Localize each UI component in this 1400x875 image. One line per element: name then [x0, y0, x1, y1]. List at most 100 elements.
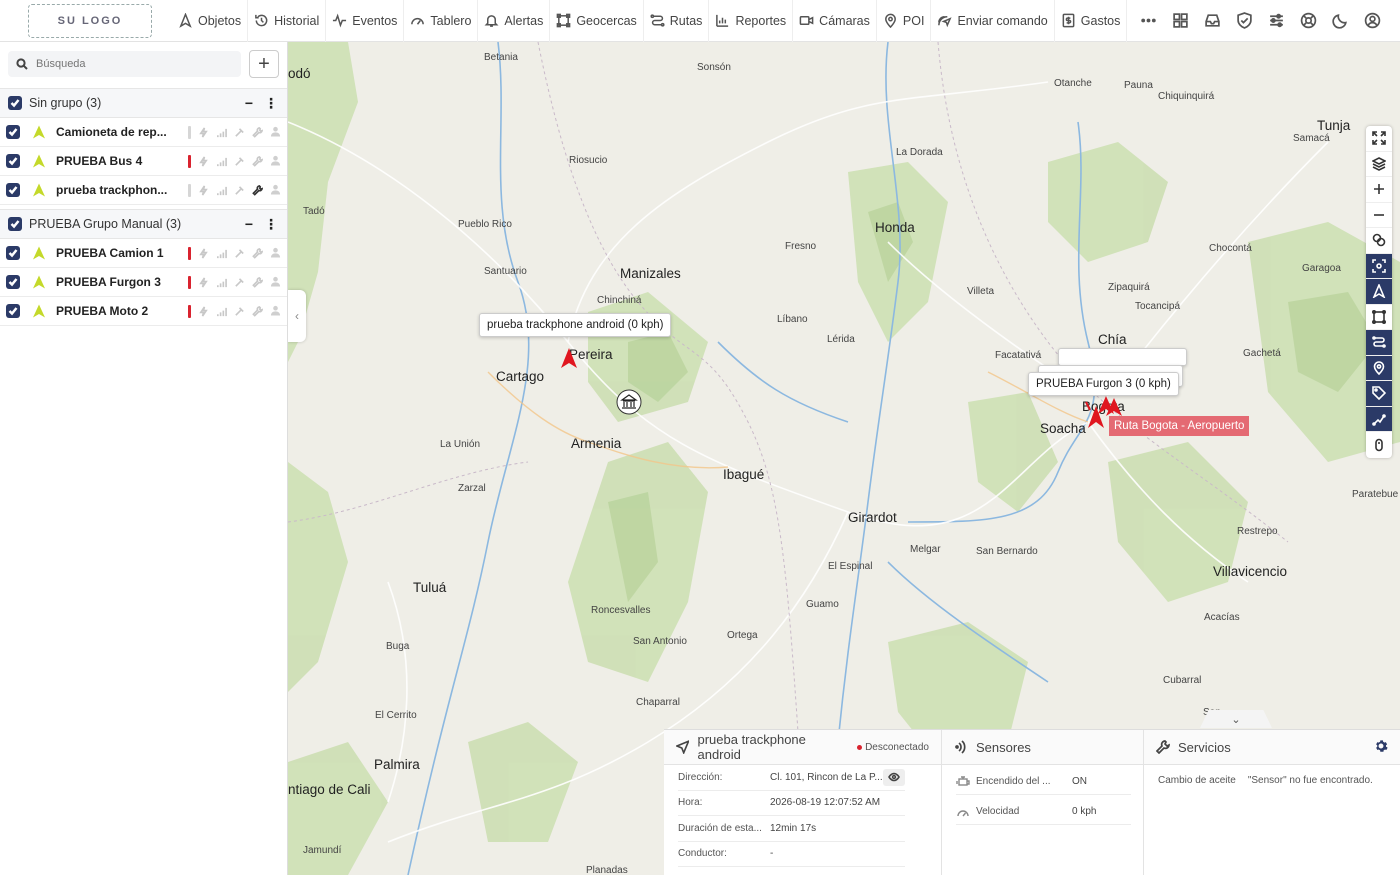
nav-item-rutas[interactable]: Rutas	[644, 0, 710, 42]
nav-item-tablero[interactable]: Tablero	[404, 0, 479, 42]
device-checkbox[interactable]	[6, 246, 20, 260]
device-name: PRUEBA Moto 2	[56, 304, 149, 318]
gear-icon[interactable]	[1374, 739, 1388, 756]
sensor-rows: Encendido del ... ON Velocidad 0 kph	[942, 769, 1143, 825]
add-object-button[interactable]: +	[249, 50, 279, 78]
wrench-icon[interactable]	[252, 247, 263, 259]
search-box[interactable]	[8, 51, 241, 77]
company-logo[interactable]: SU LOGO	[28, 3, 152, 38]
device-status-icons	[188, 125, 281, 140]
shapes-icon[interactable]	[1366, 228, 1392, 254]
tag-icon[interactable]	[1366, 381, 1392, 407]
device-row[interactable]: prueba trackphon...	[0, 176, 287, 205]
user-circle-icon[interactable]	[1363, 12, 1381, 30]
device-row[interactable]: PRUEBA Moto 2	[0, 297, 287, 326]
map-town-label: Lérida	[827, 334, 855, 345]
service-name: Cambio de aceite	[1158, 775, 1236, 786]
bell-icon	[484, 15, 499, 27]
furgon-map-label[interactable]: PRUEBA Furgon 3 (0 kph)	[1028, 372, 1179, 396]
support-icon[interactable]	[1299, 12, 1317, 30]
top-navigation-bar: SU LOGO Objetos Historial Eventos Tablero Al…	[0, 0, 1400, 42]
more-icon[interactable]	[1139, 12, 1157, 30]
zoom-in-icon[interactable]	[1366, 177, 1392, 203]
nav-item-cámaras[interactable]: Cámaras	[793, 0, 877, 42]
navigation-arrow-icon	[179, 13, 192, 28]
layers-icon[interactable]	[1366, 152, 1392, 177]
nav-item-label: Historial	[274, 13, 320, 28]
device-row[interactable]: PRUEBA Bus 4	[0, 147, 287, 176]
sliders-icon[interactable]	[1267, 12, 1285, 30]
wrench-icon[interactable]	[252, 155, 263, 167]
map-town-label: Melgar	[910, 544, 941, 555]
trackphone-map-label[interactable]: prueba trackphone android (0 kph)	[479, 313, 672, 337]
inbox-icon[interactable]	[1203, 12, 1221, 30]
device-checkbox[interactable]	[6, 125, 20, 139]
nav-item-eventos[interactable]: Eventos	[326, 0, 405, 42]
device-row[interactable]: PRUEBA Furgon 3	[0, 268, 287, 297]
nav-item-enviar-comando[interactable]: Enviar comando	[931, 0, 1055, 42]
fullscreen-icon[interactable]	[1366, 126, 1392, 152]
group-checkbox[interactable]	[8, 217, 22, 231]
collapse-sidebar-button[interactable]: ‹	[288, 290, 306, 342]
map-city-label: Soacha	[1040, 421, 1086, 436]
device-row[interactable]: Camioneta de rep...	[0, 118, 287, 147]
map-town-label: Betania	[484, 52, 518, 63]
nav-item-reportes[interactable]: Reportes	[709, 0, 794, 42]
moon-icon[interactable]	[1331, 12, 1349, 30]
device-checkbox[interactable]	[6, 304, 20, 318]
shield-icon[interactable]	[1235, 12, 1253, 30]
map-city-label: Armenia	[571, 436, 622, 451]
group-menu-icon[interactable]: ⋮	[263, 216, 279, 233]
connection-status-bar	[188, 125, 191, 139]
nav-item-gastos[interactable]: Gastos	[1055, 0, 1128, 42]
signal-bars-icon	[217, 307, 227, 316]
route-map-label[interactable]: Ruta Bogota - Aeropuerto	[1109, 416, 1250, 436]
device-checkbox[interactable]	[6, 183, 20, 197]
map-town-label: Garagoa	[1302, 263, 1341, 274]
nav-item-objetos[interactable]: Objetos	[172, 0, 249, 42]
antenna-icon	[235, 127, 244, 137]
device-checkbox[interactable]	[6, 275, 20, 289]
nav-item-label: Enviar comando	[957, 13, 1048, 28]
nav-item-historial[interactable]: Historial	[248, 0, 327, 42]
geofence-icon[interactable]	[1366, 305, 1392, 330]
collapse-group-icon[interactable]: −	[241, 216, 257, 232]
device-status-icons	[188, 183, 281, 198]
path-icon[interactable]	[1366, 406, 1392, 432]
focus-icon[interactable]	[1366, 253, 1392, 279]
group-row[interactable]: Sin grupo (3) − ⋮	[0, 88, 287, 118]
group-menu-icon[interactable]: ⋮	[263, 95, 279, 112]
poi-bank-icon[interactable]	[616, 389, 642, 415]
nav-item-poi[interactable]: POI	[877, 0, 932, 42]
wrench-icon[interactable]	[252, 305, 263, 317]
collapse-group-icon[interactable]: −	[241, 95, 257, 111]
eye-icon[interactable]	[883, 768, 905, 786]
mouse-icon[interactable]	[1366, 432, 1392, 458]
objects-icon[interactable]	[1366, 279, 1392, 305]
wrench-icon[interactable]	[252, 276, 263, 288]
device-row[interactable]: PRUEBA Camion 1	[0, 239, 287, 268]
device-status-icons	[188, 275, 281, 290]
group-row[interactable]: PRUEBA Grupo Manual (3) − ⋮	[0, 209, 287, 239]
device-checkbox[interactable]	[6, 154, 20, 168]
bottom-panel-toggle[interactable]: ⌄	[1200, 710, 1272, 728]
nav-item-label: Geocercas	[576, 13, 637, 28]
antenna-icon	[235, 248, 244, 258]
route-icon[interactable]	[1366, 330, 1392, 356]
nav-item-geocercas[interactable]: Geocercas	[550, 0, 644, 42]
device-status-text: Desconectado	[865, 741, 929, 753]
wrench-icon[interactable]	[252, 126, 263, 138]
group-checkbox[interactable]	[8, 96, 22, 110]
wrench-icon[interactable]	[252, 184, 263, 196]
zoom-out-icon[interactable]	[1366, 203, 1392, 228]
search-input[interactable]	[36, 58, 216, 70]
poi-icon[interactable]	[1366, 355, 1392, 381]
grid-icon[interactable]	[1171, 12, 1189, 30]
device-details-pane: prueba trackphone android Desconectado D…	[664, 730, 942, 875]
object-info-panel: prueba trackphone android Desconectado D…	[664, 729, 1400, 875]
nav-item-alertas[interactable]: Alertas	[478, 0, 551, 42]
map-city-label: Girardot	[848, 510, 897, 525]
bus-map-label[interactable]: PRUEBA Bus 4 (0 kph)	[1058, 348, 1187, 366]
object-groups: Sin grupo (3) − ⋮ Camioneta de rep... PRUEBA…	[0, 88, 287, 326]
vehicle-arrow-icon[interactable]	[560, 347, 578, 369]
